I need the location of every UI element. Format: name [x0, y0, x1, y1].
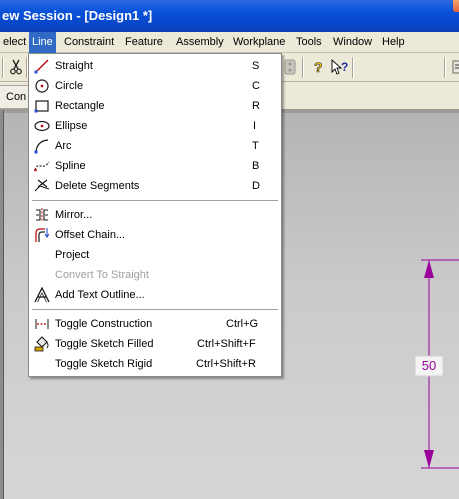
menu-item-arc[interactable]: Arc T — [30, 136, 280, 156]
menu-item-shortcut: I — [253, 120, 257, 132]
menu-item-shortcut: D — [252, 180, 260, 192]
title-bar: ew Session - [Design1 *] — [0, 0, 459, 32]
menu-item-label: Straight — [55, 60, 93, 72]
construction-icon — [33, 316, 51, 332]
menu-assembly[interactable]: Assembly — [173, 32, 227, 53]
menu-item-rectangle[interactable]: Rectangle R — [30, 96, 280, 116]
spline-icon — [33, 158, 51, 174]
menu-item-ellipse[interactable]: Ellipse I — [30, 116, 280, 136]
offset-chain-icon — [33, 227, 51, 243]
cut-icon[interactable] — [6, 57, 26, 77]
menu-item-toggle-sketch-filled[interactable]: Toggle Sketch Filled Ctrl+Shift+F — [30, 334, 280, 354]
menu-item-shortcut: R — [252, 100, 260, 112]
menu-item-toggle-construction[interactable]: Toggle Construction Ctrl+G — [30, 314, 280, 334]
menu-item-mirror[interactable]: Mirror... — [30, 205, 280, 225]
menu-item-offset-chain[interactable]: Offset Chain... — [30, 225, 280, 245]
help-icon[interactable]: ? — [308, 57, 328, 77]
dimension-arrow-bottom — [424, 450, 434, 468]
menu-item-delete-segments[interactable]: Delete Segments D — [30, 176, 280, 196]
menu-item-toggle-sketch-rigid[interactable]: Toggle Sketch Rigid Ctrl+Shift+R — [30, 354, 280, 374]
disabled-tool-icon — [280, 57, 300, 77]
menu-item-label: Offset Chain... — [55, 229, 126, 241]
line-dropdown-menu: Straight S Circle C Rectangle R Ellipse … — [28, 53, 282, 377]
menu-item-label: Toggle Construction — [55, 318, 153, 330]
menu-item-label: Convert To Straight — [55, 269, 149, 281]
delete-segments-icon — [33, 178, 51, 194]
mirror-icon — [33, 207, 51, 223]
text-outline-icon — [33, 287, 51, 303]
menu-item-label: Add Text Outline... — [55, 289, 145, 301]
menu-item-shortcut: T — [252, 140, 259, 152]
menu-select[interactable]: elect — [0, 32, 29, 53]
toolbar-separator — [444, 57, 446, 78]
ellipse-icon — [33, 118, 51, 134]
toolbar-separator — [352, 57, 354, 78]
menu-item-shortcut: B — [252, 160, 260, 172]
menu-item-label: Ellipse — [55, 120, 88, 132]
menu-item-straight[interactable]: Straight S — [30, 56, 280, 76]
menu-item-shortcut: S — [252, 60, 260, 72]
close-button-edge[interactable] — [453, 0, 459, 12]
menu-item-shortcut: C — [252, 80, 260, 92]
menu-feature[interactable]: Feature — [122, 32, 166, 53]
menu-bar: elect Line Constraint Feature Assembly W… — [0, 32, 459, 53]
menu-tools[interactable]: Tools — [293, 32, 325, 53]
dimension-value[interactable]: 50 — [415, 357, 443, 375]
svg-text:?: ? — [341, 60, 348, 74]
arc-icon — [33, 138, 51, 154]
dimension-arrow-top — [424, 260, 434, 278]
menu-item-shortcut: Ctrl+Shift+R — [196, 358, 256, 370]
menu-window[interactable]: Window — [330, 32, 375, 53]
menu-item-shortcut: Ctrl+Shift+F — [197, 338, 256, 350]
menu-item-label: Circle — [55, 80, 84, 92]
menu-item-label: Toggle Sketch Rigid — [55, 358, 153, 370]
menu-separator — [32, 309, 278, 311]
menu-item-project[interactable]: Project — [30, 245, 280, 265]
circle-icon — [33, 78, 51, 94]
toolbar-separator — [302, 57, 304, 78]
menu-item-spline[interactable]: Spline B — [30, 156, 280, 176]
svg-text:?: ? — [314, 59, 323, 75]
menu-item-label: Mirror... — [55, 209, 93, 221]
menu-item-circle[interactable]: Circle C — [30, 76, 280, 96]
menu-item-shortcut: Ctrl+G — [226, 318, 259, 330]
menu-help[interactable]: Help — [379, 32, 408, 53]
menu-separator — [32, 200, 278, 202]
rectangle-icon — [33, 98, 51, 114]
menu-workplane[interactable]: Workplane — [230, 32, 288, 53]
menu-item-label: Project — [55, 249, 90, 261]
menu-item-label: Rectangle — [55, 100, 105, 112]
fill-icon — [33, 336, 51, 352]
toolbar-separator — [2, 57, 4, 78]
context-help-icon[interactable]: ? — [330, 57, 350, 77]
menu-item-add-text-outline[interactable]: Add Text Outline... — [30, 285, 280, 305]
menu-item-label: Toggle Sketch Filled — [55, 338, 154, 350]
menu-constraint[interactable]: Constraint — [61, 32, 117, 53]
line-icon — [33, 58, 51, 74]
toolbar-overflow-icon[interactable] — [448, 57, 459, 77]
menu-item-label: Spline — [55, 160, 86, 172]
menu-item-label: Arc — [55, 140, 72, 152]
menu-item-convert-to-straight: Convert To Straight — [30, 265, 280, 285]
menu-item-label: Delete Segments — [55, 180, 140, 192]
window-title: ew Session - [Design1 *] — [2, 8, 153, 23]
menu-line[interactable]: Line — [29, 32, 56, 53]
